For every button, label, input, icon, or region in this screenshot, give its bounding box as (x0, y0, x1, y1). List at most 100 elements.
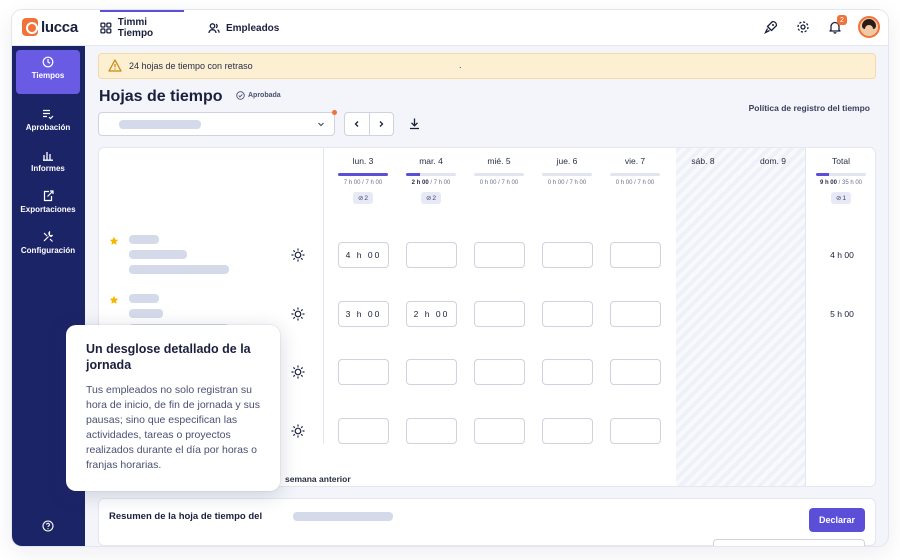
week-navigation (344, 112, 394, 136)
bell-icon[interactable]: 2 (826, 15, 847, 36)
alert-suffix: . (459, 60, 462, 70)
hours-input[interactable] (474, 242, 525, 268)
employee-select[interactable] (98, 110, 337, 136)
hours-input[interactable] (542, 418, 593, 444)
comment-icon: ⊘ (425, 195, 432, 202)
sun-icon (291, 365, 305, 379)
timesheet-summary: Resumen de la hoja de tiempo del Declara… (98, 498, 876, 546)
day-label: sáb. 8 (691, 156, 715, 166)
hours-input[interactable] (406, 418, 457, 444)
sidebar-item-label: Exportaciones (20, 205, 76, 214)
help-icon[interactable] (42, 520, 54, 532)
download-icon[interactable] (408, 117, 421, 130)
total-progress-bar (816, 173, 866, 176)
sidebar-item-exportaciones[interactable]: Exportaciones (16, 184, 80, 224)
hours-input[interactable] (542, 301, 593, 327)
comments-chip[interactable]: ⊘ 1 (831, 192, 851, 204)
export-icon (43, 190, 54, 202)
row-total: 5 h 00 (830, 309, 854, 319)
comments-chip[interactable]: ⊘ 2 (353, 192, 373, 204)
day-label: dom. 9 (760, 156, 786, 166)
placeholder-bar (129, 309, 163, 318)
sidebar-item-label: Tiempos (31, 71, 65, 80)
placeholder-bar (129, 294, 159, 303)
warning-icon (108, 59, 122, 72)
comments-chip[interactable]: ⊘ 2 (421, 192, 441, 204)
declare-button[interactable]: Declarar (809, 508, 865, 532)
hours-input[interactable] (542, 359, 593, 385)
chevron-down-icon (318, 122, 324, 127)
summary-field[interactable] (713, 539, 865, 546)
sidebar-item-tiempos[interactable]: Tiempos (16, 50, 80, 94)
unsaved-dot (332, 110, 337, 115)
comment-icon: ⊘ (357, 195, 364, 202)
chart-icon (43, 152, 53, 161)
tab-timmi-tiempo[interactable]: Timmi Tiempo (100, 10, 184, 46)
lucca-logo[interactable]: lucca (22, 18, 78, 36)
hours-input[interactable] (610, 242, 661, 268)
user-avatar[interactable] (858, 16, 880, 38)
hours-input[interactable] (610, 301, 661, 327)
hours-input[interactable] (338, 359, 389, 385)
hours-input[interactable] (406, 359, 457, 385)
progress-fill (406, 173, 420, 176)
sidebar-item-configuracion[interactable]: Configuración (16, 225, 80, 265)
sun-icon (291, 424, 305, 438)
gear-icon[interactable] (794, 18, 812, 36)
status-label: Aprobada (248, 92, 281, 99)
day-progress-bar (610, 173, 660, 176)
total-label: Total (832, 156, 850, 166)
summary-title: Resumen de la hoja de tiempo del (109, 511, 263, 522)
day-hours: 2 h 00 / 7 h 00 (411, 180, 451, 186)
hours-input[interactable] (406, 242, 457, 268)
page-title: Hojas de tiempo (99, 88, 223, 105)
previous-week-button[interactable] (345, 113, 369, 135)
employee-row: 4 h 00 4 h 00 (99, 234, 875, 292)
hours-input[interactable]: 2 h 00 (406, 301, 457, 327)
rocket-icon[interactable] (762, 18, 780, 36)
sidebar-item-label: Configuración (20, 246, 76, 255)
top-actions: 2 (762, 15, 880, 38)
hours-input[interactable] (610, 359, 661, 385)
hours-input[interactable] (338, 418, 389, 444)
sidebar-item-informes[interactable]: Informes (16, 143, 80, 183)
star-icon[interactable] (109, 236, 119, 246)
hours-input[interactable]: 4 h 00 (338, 242, 389, 268)
grid-icon (100, 22, 112, 34)
day-progress-bar (406, 173, 456, 176)
hours-input[interactable] (474, 301, 525, 327)
policy-link[interactable]: Política de registro del tiempo (749, 103, 870, 113)
day-header-thu: jue. 6 0 h 00 / 7 h 00 (535, 156, 599, 186)
hours-input[interactable] (542, 242, 593, 268)
approval-list-icon (43, 109, 54, 120)
hours-input[interactable] (610, 418, 661, 444)
sidebar-item-aprobacion[interactable]: Aprobación (16, 102, 80, 142)
copy-previous-week-link[interactable]: semana anterior (285, 474, 351, 484)
lucca-logo-icon (22, 18, 38, 36)
day-header-mon: lun. 3 7 h 00 / 7 h 00 ⊘ 2 (331, 156, 395, 204)
sidebar-item-label: Aprobación (25, 123, 71, 132)
day-header-tue: mar. 4 2 h 00 / 7 h 00 ⊘ 2 (399, 156, 463, 204)
sun-icon (291, 307, 305, 321)
placeholder-bar (129, 265, 229, 274)
chevron-right-icon (380, 121, 384, 127)
day-label: vie. 7 (624, 156, 646, 166)
day-progress-bar (542, 173, 592, 176)
day-label: mié. 5 (487, 156, 511, 166)
notification-badge: 2 (837, 15, 847, 25)
day-hours: 0 h 00 / 7 h 00 (615, 180, 655, 186)
day-header-fri: vie. 7 0 h 00 / 7 h 00 (603, 156, 667, 186)
total-header: Total 9 h 00 / 35 h 00 ⊘ 1 (809, 156, 873, 204)
placeholder-bar (129, 235, 159, 244)
tab-empleados[interactable]: Empleados (208, 10, 279, 46)
day-header-sat: sáb. 8 (671, 156, 735, 166)
placeholder-bar (293, 512, 393, 521)
hours-input[interactable] (474, 359, 525, 385)
day-hours: 0 h 00 / 7 h 00 (479, 180, 519, 186)
star-icon[interactable] (109, 295, 119, 305)
next-week-button[interactable] (368, 113, 393, 135)
hours-input[interactable]: 3 h 00 (338, 301, 389, 327)
tooltip-body: Tus empleados no solo registran su hora … (86, 384, 260, 471)
status-badge: Aprobada (236, 91, 281, 100)
hours-input[interactable] (474, 418, 525, 444)
